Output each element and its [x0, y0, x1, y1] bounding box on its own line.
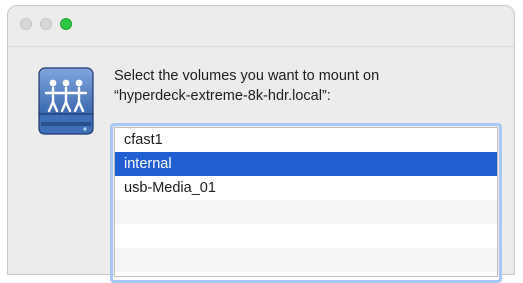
dialog-prompt: Select the volumes you want to mount on …: [114, 66, 494, 106]
zoom-button[interactable]: [60, 18, 72, 30]
close-button[interactable]: [20, 18, 32, 30]
volume-row-empty: [115, 224, 497, 248]
volume-row-cfast1[interactable]: cfast1: [115, 128, 497, 152]
volume-list[interactable]: cfast1 internal usb-Media_01: [114, 127, 498, 277]
volume-row-internal[interactable]: internal: [115, 152, 497, 176]
prompt-line-2: “hyperdeck-extreme-8k-hdr.local”:: [114, 88, 331, 104]
title-bar: [8, 6, 514, 46]
volume-row-empty: [115, 248, 497, 272]
prompt-line-1: Select the volumes you want to mount on: [114, 68, 380, 84]
volume-row-empty: [115, 200, 497, 224]
minimize-button[interactable]: [40, 18, 52, 30]
network-drive-icon: [38, 67, 94, 135]
volume-row-usb-media[interactable]: usb-Media_01: [115, 176, 497, 200]
titlebar-divider: [8, 46, 514, 47]
